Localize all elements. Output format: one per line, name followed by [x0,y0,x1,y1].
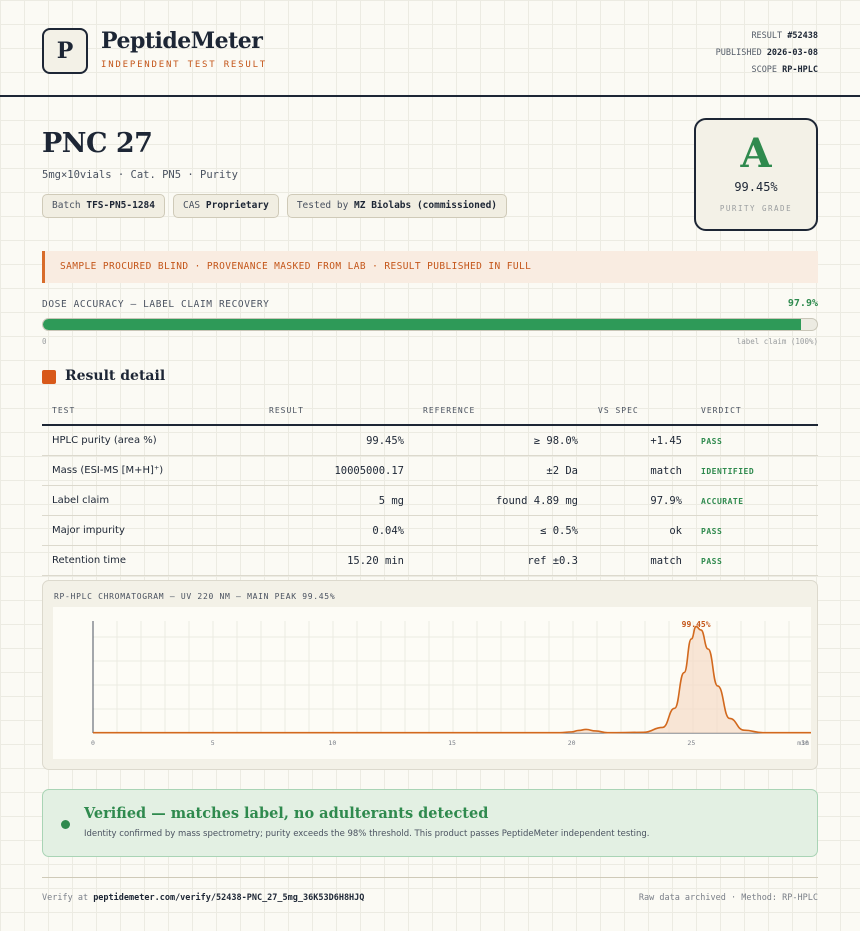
chromatogram-chart: 0 5 10 15 20 25 30min99.45% [53,607,811,759]
cell-test: Mass (ESI-MS [M+H]⁺) [52,465,164,476]
cell-test: Major impurity [52,525,125,536]
cell-result: 10005000.17 [334,465,404,477]
scope-value: RP-HPLC [782,65,818,75]
dose-progress-bar [42,318,818,331]
peak-annotation: 99.45% [682,620,711,629]
footer-method: Raw data archived · Method: RP-HPLC [638,893,818,903]
grade-label: PURITY GRADE [719,204,793,213]
verified-title: Verified — matches label, no adulterants… [84,805,489,822]
tested-by-chip: Tested by MZ Biolabs (commissioned) [286,194,508,218]
cell-result: 15.20 min [347,555,404,567]
table-row: Label claim 5 mg found 4.89 mg 97.9% ACCURAT… [42,486,818,516]
cell-result: 0.04% [372,525,404,537]
cell-reference: ref ±0.3 [527,555,578,567]
chip-label: CAS [182,200,201,211]
x-tick-label: 0 [91,739,95,747]
purity-grade-card: A 99.45% PURITY GRADE [694,118,818,231]
blind-notice: SAMPLE PROCURED BLIND · PROVENANCE MASKE… [42,251,818,283]
table-row: Mass (ESI-MS [M+H]⁺) 10005000.17 ±2 Da matc… [42,456,818,486]
verify-prefix: Verify at [42,893,89,903]
footer-divider [42,877,818,878]
published-label: PUBLISHED [715,48,762,58]
header-test: TEST [52,406,76,415]
grade-value: 99.45% [734,180,778,194]
cell-verdict: PASS [701,437,723,446]
x-tick-label: 20 [568,739,576,747]
chip-label: Batch [52,200,81,211]
verify-link[interactable]: peptidemeter.com/verify/52438-PNC_27_5mg… [93,893,364,903]
x-tick-label: 25 [687,739,695,747]
chip-value: TFS-PN5-1284 [86,200,155,211]
chromatogram-card: RP-HPLC CHROMATOGRAM — UV 220 NM — MAIN … [42,580,818,770]
cell-test: Label claim [52,495,110,506]
result-id: #52438 [787,31,818,41]
results-table: TEST RESULT REFERENCE VS SPEC VERDICT HP… [42,397,818,576]
cell-reference: found 4.89 mg [495,495,578,507]
footer-verify: Verify at peptidemeter.com/verify/52438-… [42,893,364,903]
result-meta: RESULT #52438 PUBLISHED 2026-03-08 SCOPE… [716,28,818,79]
scope-label: SCOPE [751,65,778,75]
table-row: HPLC purity (area %) 99.45% ≥ 98.0% +1.45 PA… [42,426,818,456]
logo: P [42,28,88,74]
cell-result: 5 mg [378,495,404,507]
header-reference: REFERENCE [423,406,476,415]
product-chips: Batch TFS-PN5-1284 CAS Proprietary Teste… [42,194,508,218]
cas-chip: CAS Proprietary [172,194,279,218]
x-tick-label: 5 [211,739,215,747]
cell-test: Retention time [52,555,126,566]
cell-verdict: PASS [701,527,723,536]
cell-result: 99.45% [366,435,404,447]
chip-value: Proprietary [205,200,269,211]
bar-max-label: label claim (100%) [736,337,818,346]
dose-progress-fill [43,319,801,330]
verified-dot-icon [61,820,70,829]
cell-vs-spec: 97.9% [650,495,682,507]
cell-verdict: IDENTIFIED [701,467,755,476]
section-title: Result detail [65,368,166,384]
header-verdict: VERDICT [701,406,742,415]
cell-vs-spec: ok [669,525,682,537]
x-tick-label: 10 [328,739,336,747]
table-row: Major impurity 0.04% ≤ 0.5% ok PASS [42,516,818,546]
chip-value: MZ Biolabs (commissioned) [354,200,498,211]
x-tick-label: 15 [448,739,456,747]
header: P PeptideMeter INDEPENDENT TEST RESULT R… [0,0,860,97]
x-axis-unit-label: min [797,739,809,747]
table-header: TEST RESULT REFERENCE VS SPEC VERDICT [42,397,818,426]
dose-accuracy-label: DOSE ACCURACY — LABEL CLAIM RECOVERY [42,299,270,310]
chart-title: RP-HPLC CHROMATOGRAM — UV 220 NM — MAIN … [54,592,336,601]
cell-verdict: PASS [701,557,723,566]
cell-reference: ≤ 0.5% [540,525,578,537]
chip-label: Tested by [296,200,349,211]
cell-vs-spec: +1.45 [650,435,682,447]
table-row: Retention time 15.20 min ref ±0.3 match PASS [42,546,818,576]
cell-reference: ±2 Da [546,465,578,477]
product-name: PNC 27 [42,128,153,159]
bar-min-label: 0 [42,337,47,346]
product-subtitle: 5mg×10vials · Cat. PN5 · Purity [42,169,238,181]
batch-chip: Batch TFS-PN5-1284 [42,194,165,218]
cell-verdict: ACCURATE [701,497,744,506]
result-label: RESULT [751,31,783,41]
dose-accuracy-value: 97.9% [787,298,818,309]
published-date: 2026-03-08 [766,48,818,58]
brand-name: PeptideMeter [101,28,263,54]
header-vs-spec: VS SPEC [598,406,639,415]
cell-vs-spec: match [650,555,682,567]
verified-text: Identity confirmed by mass spectrometry;… [84,829,650,839]
cell-vs-spec: match [650,465,682,477]
brand-tagline: INDEPENDENT TEST RESULT [101,60,268,70]
section-marker [42,370,56,384]
header-result: RESULT [269,406,304,415]
table-body: HPLC purity (area %) 99.45% ≥ 98.0% +1.45 PA… [42,426,818,576]
grade-letter: A [740,130,772,177]
cell-test: HPLC purity (area %) [52,435,157,446]
verified-banner: Verified — matches label, no adulterants… [42,789,818,857]
cell-reference: ≥ 98.0% [533,435,578,447]
